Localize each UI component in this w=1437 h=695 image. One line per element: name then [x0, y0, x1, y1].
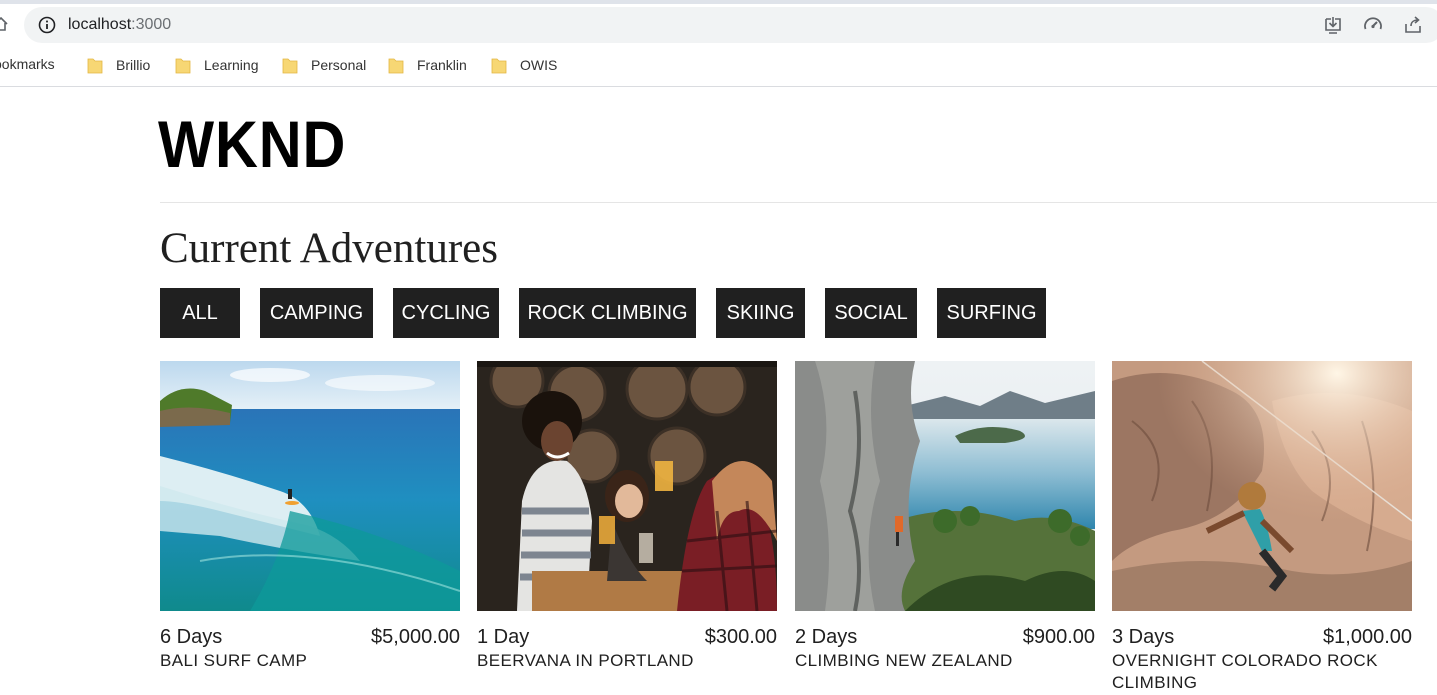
folder-icon [175, 58, 191, 74]
filter-surfing-button[interactable]: SURFING [937, 288, 1046, 338]
adventure-filter-bar: ALL CAMPING CYCLING ROCK CLIMBING SKIING… [160, 288, 1046, 338]
friends-at-bar-photo[interactable] [477, 361, 777, 611]
bookmark-folder-personal[interactable]: Personal [282, 56, 366, 74]
adventure-price: $5,000.00 [371, 626, 460, 648]
share-icon[interactable] [1402, 14, 1424, 36]
filter-cycling-button[interactable]: CYCLING [393, 288, 499, 338]
bookmark-folder-learning[interactable]: Learning [175, 56, 259, 74]
adventure-title[interactable]: BEERVANA IN PORTLAND [477, 650, 777, 672]
chrome-divider [0, 86, 1437, 87]
adventure-title[interactable]: OVERNIGHT COLORADO ROCK CLIMBING [1112, 650, 1412, 694]
adventure-card[interactable]: 1 Day $300.00 BEERVANA IN PORTLAND [477, 361, 777, 672]
adventure-price: $300.00 [704, 626, 777, 648]
header-divider [160, 202, 1437, 203]
filter-skiing-button[interactable]: SKIING [716, 288, 805, 338]
adventure-title[interactable]: BALI SURF CAMP [160, 650, 460, 672]
page-title: Current Adventures [160, 225, 498, 272]
cliff-lake-photo[interactable] [795, 361, 1095, 611]
adventure-title[interactable]: CLIMBING NEW ZEALAND [795, 650, 1095, 672]
folder-icon [87, 58, 103, 74]
folder-icon [282, 58, 298, 74]
adventure-duration: 3 Days [1112, 626, 1175, 648]
adventure-price: $900.00 [1022, 626, 1095, 648]
rock-climber-photo[interactable] [1112, 361, 1412, 611]
adventure-duration: 6 Days [160, 626, 223, 648]
filter-rock-climbing-button[interactable]: ROCK CLIMBING [519, 288, 696, 338]
adventure-duration: 1 Day [477, 626, 530, 648]
bookmarks-label[interactable]: ookmarks [0, 56, 55, 72]
adventure-price: $1,000.00 [1323, 626, 1412, 648]
url-text[interactable]: localhost:3000 [68, 16, 171, 34]
bookmark-folder-brillio[interactable]: Brillio [87, 56, 150, 74]
filter-social-button[interactable]: SOCIAL [825, 288, 917, 338]
install-app-icon[interactable] [1322, 14, 1344, 36]
bookmark-folder-owis[interactable]: OWIS [491, 56, 557, 74]
bookmark-folder-franklin[interactable]: Franklin [388, 56, 467, 74]
address-bar-row: localhost:3000 [0, 4, 1437, 44]
site-info-icon[interactable] [38, 16, 56, 34]
folder-icon [388, 58, 404, 74]
bookmarks-bar: ookmarks Brillio Learning Personal Frank… [0, 52, 1437, 78]
filter-all-button[interactable]: ALL [160, 288, 240, 338]
address-bar[interactable]: localhost:3000 [24, 7, 1437, 43]
adventure-card[interactable]: 6 Days $5,000.00 BALI SURF CAMP [160, 361, 460, 672]
site-logo[interactable]: WKND [158, 104, 346, 184]
surfing-photo[interactable] [160, 361, 460, 611]
performance-icon[interactable] [1362, 14, 1384, 36]
folder-icon [491, 58, 507, 74]
adventure-card[interactable]: 2 Days $900.00 CLIMBING NEW ZEALAND [795, 361, 1095, 672]
adventure-duration: 2 Days [795, 626, 858, 648]
adventure-card[interactable]: 3 Days $1,000.00 OVERNIGHT COLORADO ROCK… [1112, 361, 1412, 694]
filter-camping-button[interactable]: CAMPING [260, 288, 373, 338]
home-icon[interactable] [0, 17, 8, 31]
